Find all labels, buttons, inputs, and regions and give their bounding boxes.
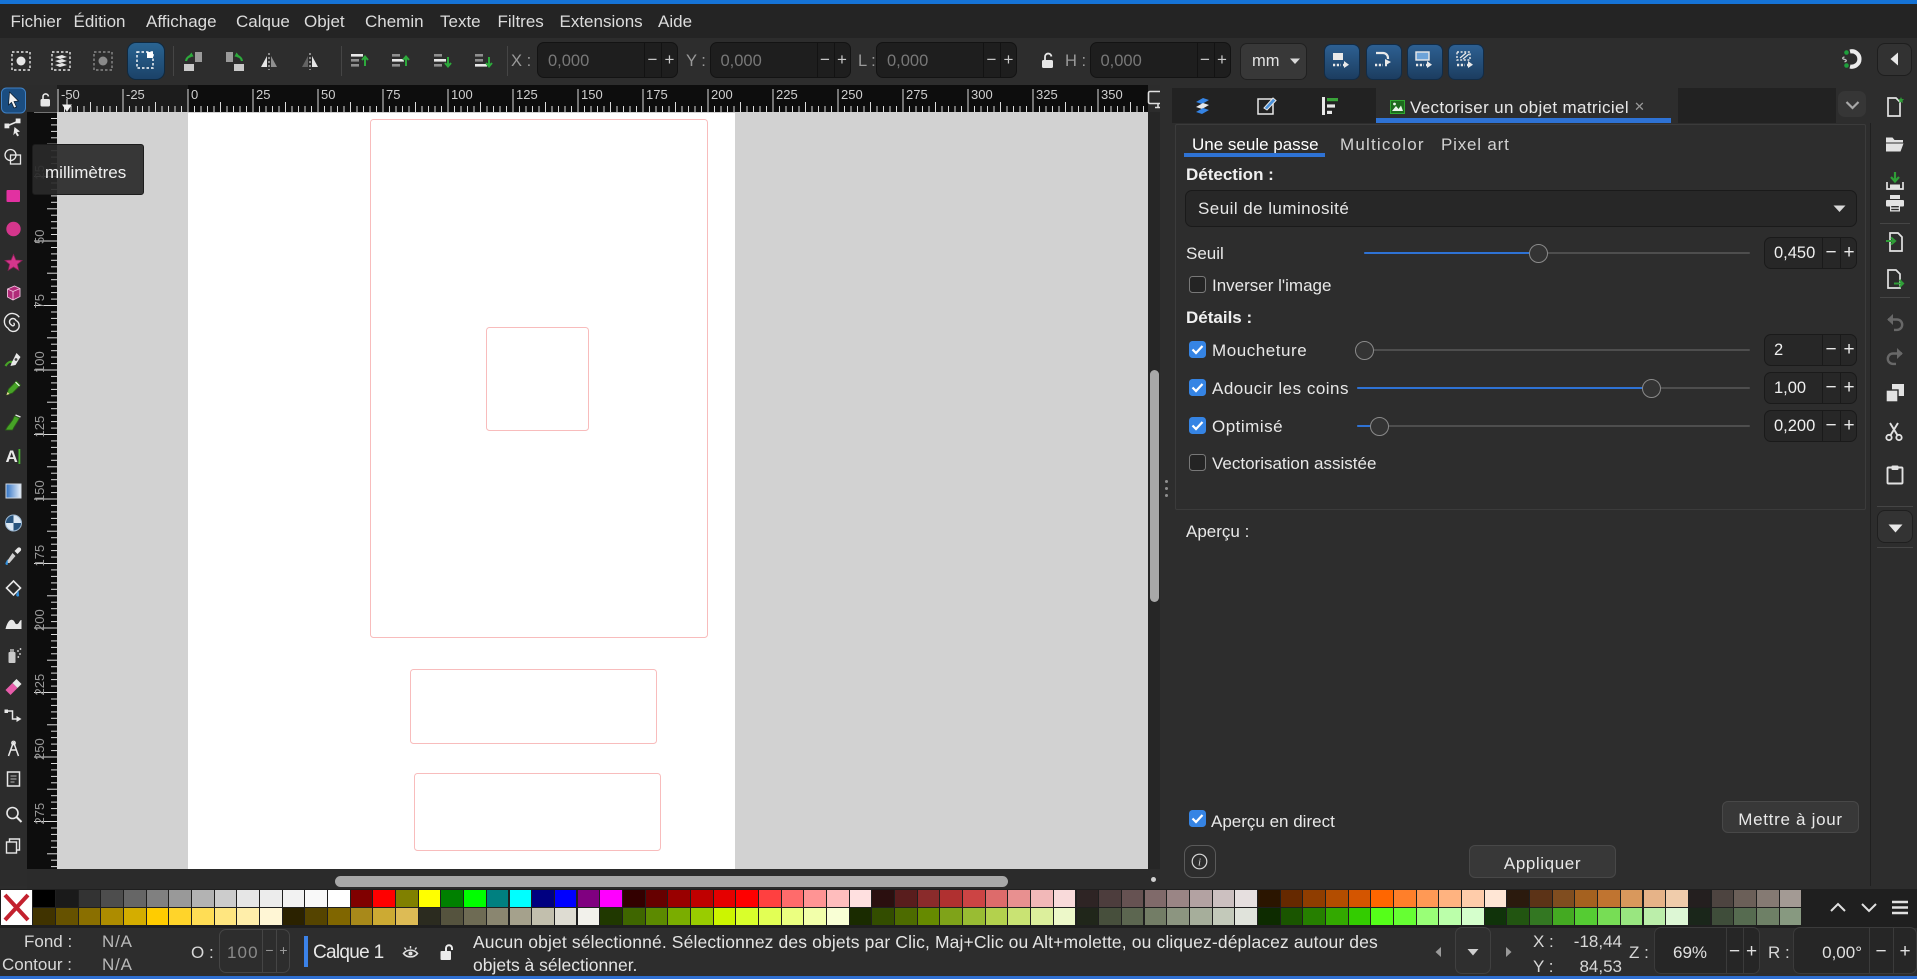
svg-text:200: 200 <box>711 87 733 102</box>
svg-text:i: i <box>1198 857 1201 869</box>
svg-text:175: 175 <box>32 545 47 567</box>
svg-text:150: 150 <box>32 480 47 502</box>
svg-text:325: 325 <box>1036 87 1058 102</box>
svg-text:0: 0 <box>191 87 198 102</box>
svg-text:-25: -25 <box>126 87 145 102</box>
svg-text:25: 25 <box>256 87 270 102</box>
svg-text:75: 75 <box>386 87 400 102</box>
svg-text:300: 300 <box>971 87 993 102</box>
svg-text:275: 275 <box>32 803 47 825</box>
svg-text:250: 250 <box>32 738 47 760</box>
svg-text:75: 75 <box>32 294 47 308</box>
svg-text:125: 125 <box>516 87 538 102</box>
svg-text:50: 50 <box>321 87 335 102</box>
svg-text:100: 100 <box>32 351 47 373</box>
svg-text:-50: -50 <box>61 87 80 102</box>
svg-text:175: 175 <box>646 87 668 102</box>
svg-text:225: 225 <box>32 674 47 696</box>
svg-text:275: 275 <box>906 87 928 102</box>
svg-text:250: 250 <box>841 87 863 102</box>
svg-text:350: 350 <box>1101 87 1123 102</box>
svg-text:A: A <box>6 447 18 466</box>
svg-text:125: 125 <box>32 416 47 438</box>
svg-text:100: 100 <box>451 87 473 102</box>
svg-text:225: 225 <box>776 87 798 102</box>
svg-text:200: 200 <box>32 609 47 631</box>
svg-text:50: 50 <box>32 230 47 244</box>
svg-text:150: 150 <box>581 87 603 102</box>
